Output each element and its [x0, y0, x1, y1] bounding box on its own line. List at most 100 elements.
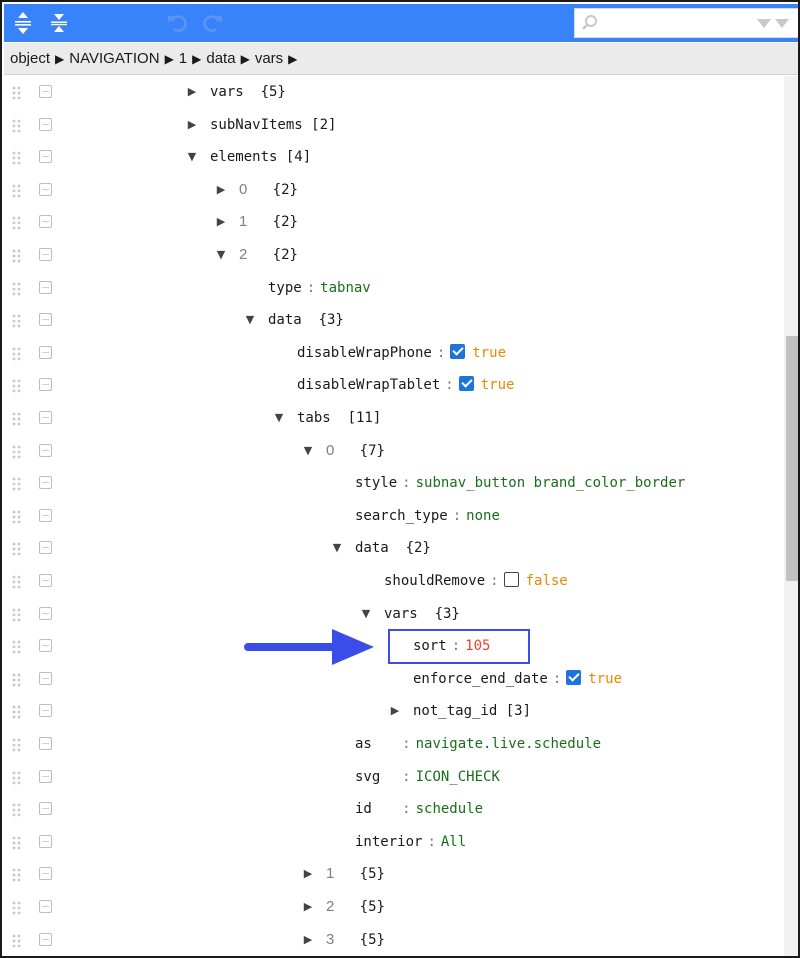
breadcrumb-separator-icon[interactable]: ▶	[165, 52, 174, 66]
collapse-toggle-icon[interactable]: ▼	[358, 605, 374, 623]
node-label[interactable]: style: subnav_button brand_color_border	[355, 473, 685, 493]
node-label[interactable]: 0 {2}	[239, 180, 298, 200]
node-key[interactable]: elements	[210, 149, 277, 165]
drag-handle-icon[interactable]	[12, 314, 22, 328]
node-label[interactable]: 3 {5}	[326, 930, 385, 950]
node-key[interactable]: tabs	[297, 410, 331, 426]
drag-handle-icon[interactable]	[12, 477, 22, 491]
collapse-toggle-icon[interactable]: ▼	[213, 246, 229, 264]
drag-handle-icon[interactable]	[12, 934, 22, 948]
node-label[interactable]: disableWrapPhone: true	[297, 343, 506, 363]
node-key[interactable]: enforce_end_date	[413, 671, 548, 687]
node-key[interactable]: id	[355, 801, 372, 817]
node-label[interactable]: vars {3}	[384, 604, 460, 624]
context-menu-icon[interactable]	[39, 117, 52, 131]
node-key[interactable]: search_type	[355, 508, 448, 524]
drag-handle-icon[interactable]	[12, 705, 22, 719]
collapse-toggle-icon[interactable]: ▼	[242, 311, 258, 329]
string-value[interactable]: schedule	[416, 801, 483, 817]
drag-handle-icon[interactable]	[12, 412, 22, 426]
context-menu-icon[interactable]	[39, 411, 52, 424]
drag-handle-icon[interactable]	[12, 868, 22, 882]
drag-handle-icon[interactable]	[12, 216, 22, 230]
drag-handle-icon[interactable]	[12, 771, 22, 785]
breadcrumb-separator-icon[interactable]: ▶	[288, 52, 297, 66]
redo-button[interactable]	[198, 8, 228, 38]
expand-toggle-icon[interactable]: ▶	[184, 83, 200, 101]
search-dropdown-icon[interactable]	[755, 17, 795, 31]
context-menu-icon[interactable]	[39, 508, 52, 522]
node-label[interactable]: 0 {7}	[326, 441, 385, 461]
context-menu-icon[interactable]	[39, 182, 52, 196]
context-menu-icon[interactable]	[39, 737, 52, 750]
node-key[interactable]: vars	[210, 84, 244, 100]
node-key[interactable]: not_tag_id	[413, 703, 497, 719]
drag-handle-icon[interactable]	[12, 510, 22, 524]
drag-handle-icon[interactable]	[12, 249, 22, 263]
node-key[interactable]: subNavItems	[210, 117, 303, 133]
drag-handle-icon[interactable]	[12, 379, 22, 393]
node-key[interactable]: disableWrapPhone	[297, 345, 432, 361]
breadcrumb-separator-icon[interactable]: ▶	[55, 52, 64, 66]
context-menu-icon[interactable]	[39, 378, 52, 392]
node-label[interactable]: subNavItems [2]	[210, 115, 336, 135]
breadcrumb-separator-icon[interactable]: ▶	[192, 52, 201, 66]
expand-toggle-icon[interactable]: ▶	[300, 931, 316, 949]
node-label[interactable]: shouldRemove: false	[384, 571, 568, 591]
node-key[interactable]: shouldRemove	[384, 573, 485, 589]
node-label[interactable]: interior: All	[355, 832, 466, 852]
expand-toggle-icon[interactable]: ▶	[213, 181, 229, 199]
node-label[interactable]: svg : ICON_CHECK	[355, 767, 500, 787]
node-label[interactable]: as : navigate.live.schedule	[355, 734, 601, 754]
context-menu-icon[interactable]	[39, 85, 52, 98]
collapse-toggle-icon[interactable]: ▼	[271, 409, 287, 427]
boolean-value[interactable]: false	[526, 573, 568, 589]
drag-handle-icon[interactable]	[12, 184, 22, 198]
node-label[interactable]: type: tabnav	[268, 278, 371, 298]
node-label[interactable]: data {3}	[268, 310, 344, 330]
drag-handle-icon[interactable]	[12, 542, 22, 556]
node-label[interactable]: 1 {2}	[239, 212, 298, 232]
context-menu-icon[interactable]	[39, 932, 52, 946]
boolean-value[interactable]: true	[472, 345, 506, 361]
node-label[interactable]: vars {5}	[210, 82, 286, 102]
context-menu-icon[interactable]	[39, 541, 52, 555]
scroll-thumb[interactable]	[786, 336, 798, 581]
expand-all-button[interactable]	[8, 8, 38, 38]
drag-handle-icon[interactable]	[12, 836, 22, 850]
context-menu-icon[interactable]	[39, 802, 52, 816]
context-menu-icon[interactable]	[39, 150, 52, 164]
checkbox[interactable]	[450, 343, 466, 359]
expand-toggle-icon[interactable]: ▶	[184, 116, 200, 134]
collapse-toggle-icon[interactable]: ▼	[300, 442, 316, 460]
node-key[interactable]: vars	[384, 606, 418, 622]
string-value[interactable]: none	[466, 508, 500, 524]
expand-toggle-icon[interactable]: ▶	[213, 213, 229, 231]
node-key[interactable]: data	[268, 312, 302, 328]
drag-handle-icon[interactable]	[12, 86, 22, 100]
node-label[interactable]: tabs [11]	[297, 408, 381, 428]
node-label[interactable]: disableWrapTablet: true	[297, 375, 514, 395]
string-value[interactable]: All	[441, 834, 466, 850]
search-input[interactable]	[601, 12, 751, 34]
drag-handle-icon[interactable]	[12, 282, 22, 296]
breadcrumb-data[interactable]: data	[206, 50, 235, 67]
node-label[interactable]: elements [4]	[210, 147, 311, 167]
context-menu-icon[interactable]	[39, 606, 52, 620]
drag-handle-icon[interactable]	[12, 445, 22, 459]
node-label[interactable]: enforce_end_date: true	[413, 669, 622, 689]
context-menu-icon[interactable]	[39, 476, 52, 490]
node-label[interactable]: 1 {5}	[326, 864, 385, 884]
collapse-all-button[interactable]	[44, 8, 74, 38]
drag-handle-icon[interactable]	[12, 119, 22, 133]
node-label[interactable]: not_tag_id [3]	[413, 701, 531, 721]
drag-handle-icon[interactable]	[12, 151, 22, 165]
context-menu-icon[interactable]	[39, 248, 52, 261]
node-label[interactable]: search_type: none	[355, 506, 500, 526]
context-menu-icon[interactable]	[39, 639, 52, 653]
checkbox[interactable]	[458, 376, 474, 392]
node-key[interactable]: style	[355, 475, 397, 491]
search-box[interactable]	[574, 8, 798, 38]
expand-toggle-icon[interactable]: ▶	[300, 898, 316, 916]
node-key[interactable]: interior	[355, 834, 422, 850]
